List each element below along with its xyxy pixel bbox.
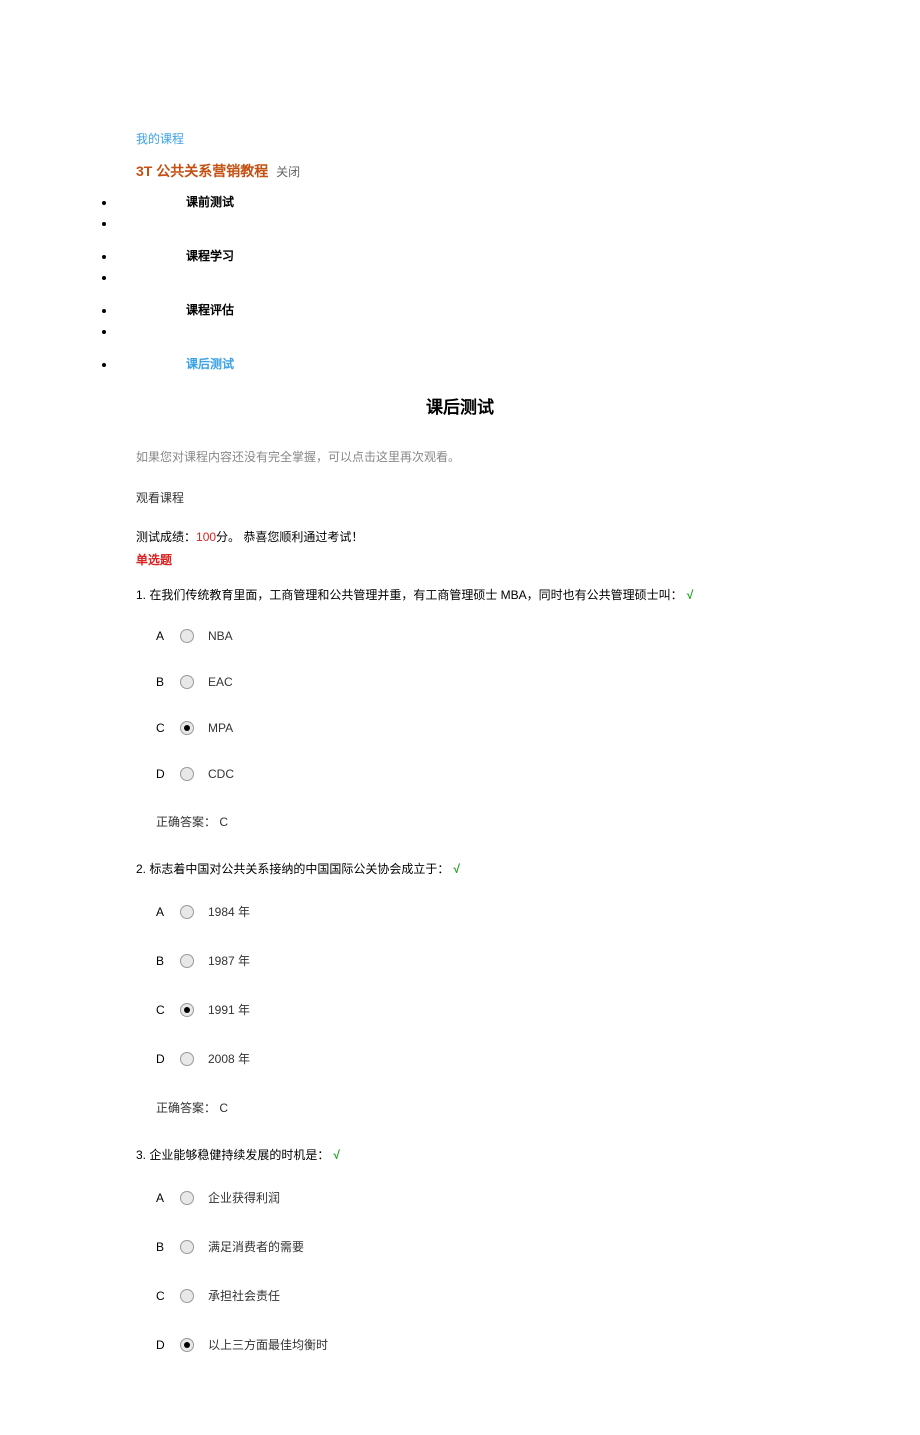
option-text: 2008 年 — [208, 1050, 250, 1067]
option-row[interactable]: B 满足消费者的需要 — [156, 1238, 784, 1255]
option-row[interactable]: D 以上三方面最佳均衡时 — [156, 1336, 784, 1353]
radio-button[interactable] — [180, 675, 194, 689]
option-text: EAC — [208, 675, 233, 689]
option-text: 1984 年 — [208, 903, 250, 920]
option-row[interactable]: D CDC — [156, 767, 784, 781]
option-letter: B — [156, 675, 166, 689]
radio-button[interactable] — [180, 954, 194, 968]
nav-item-label: 课后测试 — [186, 358, 234, 370]
radio-button[interactable] — [180, 629, 194, 643]
score-line: 测试成绩：100分。 恭喜您顺利通过考试！ — [136, 528, 784, 545]
page-title: 课后测试 — [136, 393, 784, 418]
option-text: 承担社会责任 — [208, 1287, 280, 1304]
check-mark-icon: √ — [687, 588, 694, 602]
question: 1. 在我们传统教育里面，工商管理和公共管理并重，有工商管理硕士 MBA，同时也… — [136, 586, 784, 830]
option-letter: C — [156, 1289, 166, 1303]
nav-item-label: 课程评估 — [186, 304, 234, 316]
question-text: 在我们传统教育里面，工商管理和公共管理并重，有工商管理硕士 MBA，同时也有公共… — [149, 588, 682, 602]
radio-button[interactable] — [180, 767, 194, 781]
question-title: 1. 在我们传统教育里面，工商管理和公共管理并重，有工商管理硕士 MBA，同时也… — [136, 586, 784, 603]
nav-item[interactable]: 课前测试 — [116, 187, 784, 217]
review-note: 如果您对课程内容还没有完全掌握，可以点击这里再次观看。 — [136, 448, 784, 465]
radio-button[interactable] — [180, 905, 194, 919]
nav-item-label: 课前测试 — [186, 196, 234, 208]
nav-item-label: 课程学习 — [186, 250, 234, 262]
score-congrats: 恭喜您顺利通过考试！ — [240, 530, 363, 544]
option-text: CDC — [208, 767, 234, 781]
score-value: 100 — [196, 530, 216, 544]
course-nav: 课前测试课程学习课程评估课后测试 — [116, 187, 784, 379]
radio-button[interactable] — [180, 1338, 194, 1352]
option-letter: D — [156, 767, 166, 781]
close-button[interactable]: 关闭 — [276, 165, 300, 179]
nav-item[interactable]: 课程评估 — [116, 295, 784, 325]
question-number: 3. — [136, 1148, 149, 1162]
option-letter: C — [156, 721, 166, 735]
radio-button[interactable] — [180, 1289, 194, 1303]
options: A 企业获得利润 B 满足消费者的需要 C 承担社会责任 D 以上三方面最佳均衡时 — [136, 1189, 784, 1353]
radio-button[interactable] — [180, 1052, 194, 1066]
radio-button[interactable] — [180, 1191, 194, 1205]
watch-course-link[interactable]: 观看课程 — [136, 489, 784, 506]
options: A 1984 年 B 1987 年 C 1991 年 D 2008 年 — [136, 903, 784, 1067]
option-text: 企业获得利润 — [208, 1189, 280, 1206]
question-title: 2. 标志着中国对公共关系接纳的中国国际公关协会成立于： √ — [136, 860, 784, 877]
nav-spacer — [116, 217, 784, 241]
option-letter: B — [156, 954, 166, 968]
option-letter: A — [156, 1191, 166, 1205]
nav-item[interactable]: 课程学习 — [116, 241, 784, 271]
nav-item[interactable]: 课后测试 — [116, 349, 784, 379]
correct-answer: 正确答案： C — [136, 813, 784, 830]
option-letter: A — [156, 905, 166, 919]
correct-answer: 正确答案： C — [136, 1099, 784, 1116]
nav-spacer — [116, 271, 784, 295]
option-row[interactable]: B 1987 年 — [156, 952, 784, 969]
option-text: MPA — [208, 721, 233, 735]
option-row[interactable]: C MPA — [156, 721, 784, 735]
question: 3. 企业能够稳健持续发展的时机是： √ A 企业获得利润 B 满足消费者的需要 C 承担社会… — [136, 1146, 784, 1353]
option-row[interactable]: A 1984 年 — [156, 903, 784, 920]
option-letter: C — [156, 1003, 166, 1017]
course-line: 3T 公共关系营销教程 关闭 — [136, 161, 784, 181]
check-mark-icon: √ — [453, 862, 460, 876]
option-text: 满足消费者的需要 — [208, 1238, 304, 1255]
breadcrumb[interactable]: 我的课程 — [136, 130, 784, 147]
option-row[interactable]: B EAC — [156, 675, 784, 689]
single-choice-label: 单选题 — [136, 551, 784, 568]
option-letter: D — [156, 1052, 166, 1066]
option-letter: A — [156, 629, 166, 643]
check-mark-icon: √ — [333, 1148, 340, 1162]
course-title: 3T 公共关系营销教程 — [136, 163, 268, 179]
nav-spacer — [116, 325, 784, 349]
score-prefix: 测试成绩： — [136, 530, 196, 544]
question-number: 1. — [136, 588, 149, 602]
option-text: NBA — [208, 629, 233, 643]
option-letter: B — [156, 1240, 166, 1254]
option-row[interactable]: A NBA — [156, 629, 784, 643]
score-unit: 分。 — [216, 530, 240, 544]
question-title: 3. 企业能够稳健持续发展的时机是： √ — [136, 1146, 784, 1163]
question: 2. 标志着中国对公共关系接纳的中国国际公关协会成立于： √ A 1984 年 B 198… — [136, 860, 784, 1116]
option-text: 1991 年 — [208, 1001, 250, 1018]
question-number: 2. — [136, 862, 149, 876]
option-row[interactable]: D 2008 年 — [156, 1050, 784, 1067]
radio-button[interactable] — [180, 721, 194, 735]
option-row[interactable]: C 承担社会责任 — [156, 1287, 784, 1304]
radio-button[interactable] — [180, 1003, 194, 1017]
option-text: 1987 年 — [208, 952, 250, 969]
option-row[interactable]: C 1991 年 — [156, 1001, 784, 1018]
question-text: 企业能够稳健持续发展的时机是： — [149, 1148, 329, 1162]
option-row[interactable]: A 企业获得利润 — [156, 1189, 784, 1206]
question-text: 标志着中国对公共关系接纳的中国国际公关协会成立于： — [149, 862, 449, 876]
option-letter: D — [156, 1338, 166, 1352]
radio-button[interactable] — [180, 1240, 194, 1254]
option-text: 以上三方面最佳均衡时 — [208, 1336, 328, 1353]
options: A NBA B EAC C MPA D CDC — [136, 629, 784, 781]
